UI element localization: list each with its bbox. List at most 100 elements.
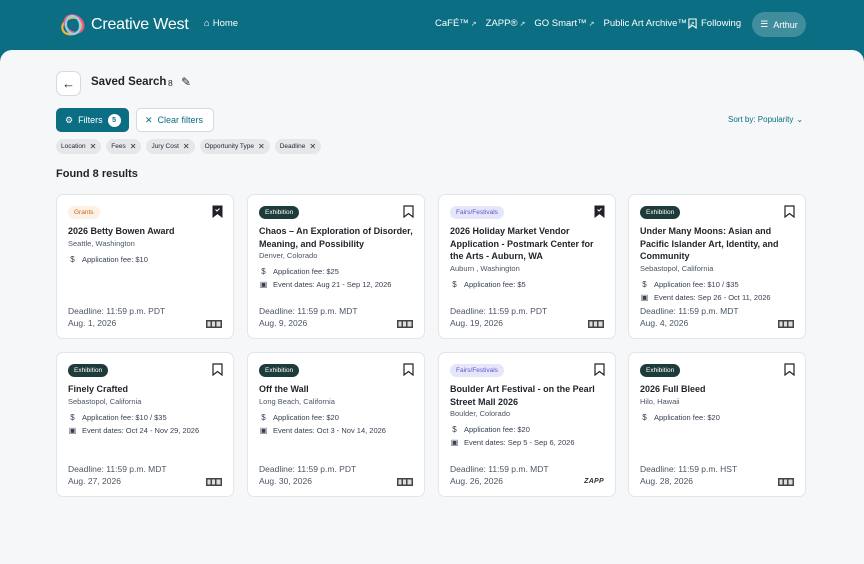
nav-link-label: Public Art Archive™ <box>603 18 687 29</box>
saved-count: 8 <box>168 78 173 88</box>
sort-dropdown[interactable]: Sort by: Popularity ⌄ <box>728 115 803 124</box>
close-icon[interactable]: ✕ <box>183 142 190 151</box>
event-dates: ▣ Event dates: Sep 5 - Sep 6, 2026 <box>450 438 575 447</box>
deadline-time: Deadline: 11:59 p.m. MDT <box>68 464 167 474</box>
deadline-date: Aug. 28, 2026 <box>640 476 693 486</box>
opportunity-card[interactable]: Exhibition Under Many Moons: Asian and Pa… <box>628 194 806 339</box>
opportunity-card[interactable]: Exhibition Finely Crafted Sebastopol, Cali… <box>56 352 234 497</box>
card-location: Seattle, Washington <box>68 238 135 248</box>
close-icon[interactable]: ✕ <box>90 142 97 151</box>
opportunity-card[interactable]: Exhibition 2026 Full Bleed Hilo, Hawaii $ Ap… <box>628 352 806 497</box>
deadline-date: Aug. 1, 2026 <box>68 318 117 328</box>
clear-filters-button[interactable]: ✕ Clear filters <box>136 108 214 132</box>
card-title[interactable]: 2026 Full Bleed <box>640 383 796 396</box>
source-cafe-logo-icon <box>397 320 413 328</box>
home-link[interactable]: ⌂ Home <box>204 18 238 29</box>
nav-link-zapp[interactable]: ZAPP® ↗ <box>486 18 526 29</box>
event-dates: ▣ Event dates: Oct 3 - Nov 14, 2026 <box>259 426 386 435</box>
filter-chips: Location ✕ Fees ✕ Jury Cost ✕ Opportunity T… <box>56 139 322 154</box>
deadline: Deadline: 11:59 p.m. PDT Aug. 30, 2026 <box>259 463 356 487</box>
external-nav: CaFÉ™ ↗ ZAPP® ↗ GO Smart™ ↗ Public Art Arch… <box>435 18 695 29</box>
bookmark-icon <box>688 18 697 29</box>
opportunity-card[interactable]: Exhibition Off the Wall Long Beach, Califo… <box>247 352 425 497</box>
card-title[interactable]: Under Many Moons: Asian and Pacific Isla… <box>640 225 796 263</box>
following-link[interactable]: Following <box>688 18 741 29</box>
chip-label: Deadline <box>279 143 306 150</box>
card-title[interactable]: Finely Crafted <box>68 383 224 396</box>
clear-filters-label: Clear filters <box>157 115 204 125</box>
deadline-date: Aug. 4, 2026 <box>640 318 689 328</box>
deadline-date: Aug. 9, 2026 <box>259 318 308 328</box>
deadline-time: Deadline: 11:59 p.m. HST <box>640 464 738 474</box>
card-title[interactable]: 2026 Betty Bowen Award <box>68 225 224 238</box>
bookmark-filled-icon[interactable] <box>212 205 223 218</box>
back-button[interactable]: ← <box>56 71 81 96</box>
bookmark-icon[interactable] <box>594 363 605 376</box>
source-cafe-logo-icon <box>778 478 794 486</box>
nav-link-cafe[interactable]: CaFÉ™ ↗ <box>435 18 477 29</box>
deadline: Deadline: 11:59 p.m. MDT Aug. 9, 2026 <box>259 305 358 329</box>
bookmark-filled-icon[interactable] <box>594 205 605 218</box>
dollar-icon: $ <box>261 412 266 422</box>
card-location: Hilo, Hawaii <box>640 396 680 406</box>
category-badge: Exhibition <box>259 206 300 219</box>
filter-chip[interactable]: Location ✕ <box>56 139 102 154</box>
calendar-icon: ▣ <box>640 292 649 302</box>
nav-link-label: GO Smart™ <box>534 18 587 29</box>
close-icon: ✕ <box>145 114 153 125</box>
creative-west-logo-icon <box>61 14 85 36</box>
application-fee: $ Application fee: $10 / $35 <box>68 413 166 422</box>
bookmark-icon[interactable] <box>403 363 414 376</box>
card-title[interactable]: Chaos – An Exploration of Disorder, Mean… <box>259 225 415 250</box>
category-badge: Fairs/Festivals <box>450 364 504 377</box>
close-icon[interactable]: ✕ <box>309 142 316 151</box>
nav-link-public-art-archive[interactable]: Public Art Archive™ ↗ <box>604 18 695 29</box>
fee-text: Application fee: $10 / $35 <box>654 279 739 289</box>
filter-chip[interactable]: Opportunity Type ✕ <box>199 139 270 154</box>
filter-chip[interactable]: Fees ✕ <box>106 139 142 154</box>
category-badge: Exhibition <box>68 364 109 377</box>
card-title[interactable]: Off the Wall <box>259 383 415 396</box>
card-location: Denver, Colorado <box>259 251 318 260</box>
close-icon[interactable]: ✕ <box>258 142 265 151</box>
bookmark-icon[interactable] <box>784 205 795 218</box>
application-fee: $ Application fee: $20 <box>640 413 720 422</box>
home-label: Home <box>212 18 239 29</box>
brand-logo[interactable]: Creative West <box>59 11 189 39</box>
user-name: Arthur <box>773 19 798 30</box>
close-icon[interactable]: ✕ <box>130 142 137 151</box>
filters-button[interactable]: ⚙ Filters 5 <box>56 108 129 132</box>
filter-chip[interactable]: Jury Cost ✕ <box>146 139 195 154</box>
external-link-icon: ↗ <box>519 20 526 28</box>
source-zapp-logo: ZAPP <box>584 478 604 485</box>
filters-label: Filters <box>78 115 103 125</box>
fee-text: Application fee: $25 <box>273 267 339 276</box>
chevron-down-icon: ⌄ <box>796 115 804 124</box>
application-fee: $ Application fee: $20 <box>259 413 339 422</box>
top-nav-bar: Creative West ⌂ Home CaFÉ™ ↗ ZAPP® ↗ GO Sm… <box>0 0 864 52</box>
edit-pencil-icon[interactable]: ✎ <box>181 75 191 89</box>
user-menu-button[interactable]: ☰ Arthur <box>752 12 806 37</box>
card-title[interactable]: 2026 Holiday Market Vendor Application -… <box>450 225 606 263</box>
arrow-left-icon: ← <box>62 76 75 91</box>
bookmark-icon[interactable] <box>784 363 795 376</box>
application-fee: $ Application fee: $20 <box>450 425 530 434</box>
deadline: Deadline: 11:59 p.m. MDT Aug. 26, 2026 <box>450 463 549 487</box>
nav-link-gosmart[interactable]: GO Smart™ ↗ <box>534 18 594 29</box>
external-link-icon: ↗ <box>588 20 595 28</box>
brand-name: Creative West <box>91 16 189 33</box>
event-text: Event dates: Oct 24 - Nov 29, 2026 <box>82 425 200 435</box>
bookmark-icon[interactable] <box>403 205 414 218</box>
opportunity-card[interactable]: Fairs/Festivals 2026 Holiday Market Vendo… <box>438 194 616 339</box>
chip-label: Opportunity Type <box>204 143 254 150</box>
opportunity-card[interactable]: Fairs/Festivals Boulder Art Festival - on… <box>438 352 616 497</box>
filter-chip[interactable]: Deadline ✕ <box>274 139 322 154</box>
page-title: Saved Search <box>91 76 167 88</box>
opportunity-card[interactable]: Grants 2026 Betty Bowen Award Seattle, Was… <box>56 194 234 339</box>
filters-count-badge: 5 <box>107 113 121 127</box>
card-title[interactable]: Boulder Art Festival - on the Pearl Stre… <box>450 383 606 408</box>
deadline-date: Aug. 26, 2026 <box>450 476 503 486</box>
opportunity-card[interactable]: Exhibition Chaos – An Exploration of Diso… <box>247 194 425 339</box>
deadline: Deadline: 11:59 p.m. PDT Aug. 1, 2026 <box>68 305 165 329</box>
bookmark-icon[interactable] <box>212 363 223 376</box>
